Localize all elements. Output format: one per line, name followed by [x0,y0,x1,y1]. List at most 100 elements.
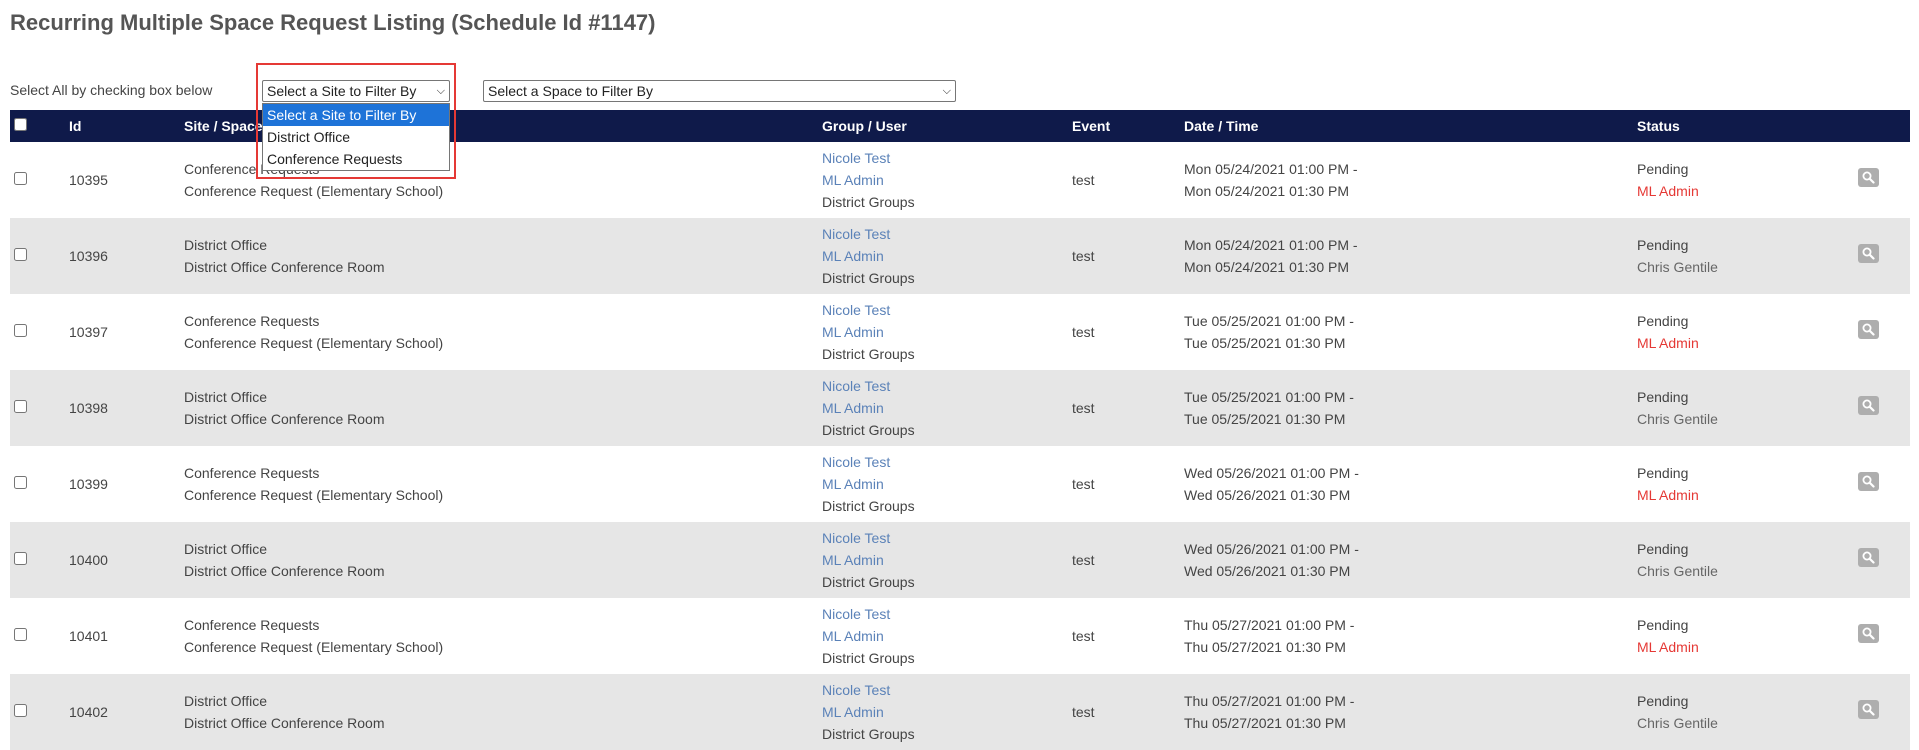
request-id: 10398 [69,370,184,446]
group-user-cell: Nicole Test ML Admin District Groups [822,522,1072,598]
group-name: District Groups [822,270,915,286]
status-cell: Pending Chris Gentile [1637,370,1852,446]
admin-link[interactable]: ML Admin [822,169,1072,191]
event-name: test [1072,628,1095,644]
magnifier-icon [1862,323,1875,336]
admin-link[interactable]: ML Admin [822,549,1072,571]
admin-link[interactable]: ML Admin [822,473,1072,495]
date-time-cell: Mon 05/24/2021 01:00 PM - Mon 05/24/2021… [1184,218,1637,294]
approver-name: Chris Gentile [1637,259,1718,275]
column-header-date[interactable]: Date / Time [1184,110,1637,142]
approver-name: Chris Gentile [1637,715,1718,731]
row-checkbox[interactable] [14,552,27,565]
status-cell: Pending ML Admin [1637,446,1852,522]
row-actions [1852,674,1910,750]
view-request-button[interactable] [1858,699,1879,719]
user-link[interactable]: Nicole Test [822,679,1072,701]
site-space-cell: District Office District Office Conferen… [184,674,822,750]
row-actions [1852,294,1910,370]
request-table: Id Site / Space Group / User Event Date … [10,110,1910,750]
magnifier-icon [1862,247,1875,260]
row-checkbox[interactable] [14,704,27,717]
row-checkbox[interactable] [14,172,27,185]
row-select-cell [10,218,69,294]
column-header-actions [1852,110,1910,142]
view-request-button[interactable] [1858,243,1879,263]
start-time: Mon 05/24/2021 01:00 PM - [1184,237,1358,253]
date-time-cell: Thu 05/27/2021 01:00 PM - Thu 05/27/2021… [1184,674,1637,750]
status-text: Pending [1637,693,1689,709]
user-link[interactable]: Nicole Test [822,527,1072,549]
site-space-cell: District Office District Office Conferen… [184,370,822,446]
status-text: Pending [1637,237,1689,253]
magnifier-icon [1862,399,1875,412]
admin-link[interactable]: ML Admin [822,321,1072,343]
date-time-cell: Mon 05/24/2021 01:00 PM - Mon 05/24/2021… [1184,142,1637,218]
start-time: Mon 05/24/2021 01:00 PM - [1184,161,1358,177]
site-space-cell: District Office District Office Conferen… [184,218,822,294]
request-id: 10402 [69,674,184,750]
end-time: Tue 05/25/2021 01:30 PM [1184,335,1346,351]
row-checkbox[interactable] [14,628,27,641]
user-link[interactable]: Nicole Test [822,299,1072,321]
row-checkbox[interactable] [14,324,27,337]
status-text: Pending [1637,541,1689,557]
view-request-button[interactable] [1858,547,1879,567]
site-option[interactable]: Select a Site to Filter By [263,104,449,126]
approver-name: ML Admin [1637,335,1699,351]
view-request-button[interactable] [1858,395,1879,415]
site-space-cell: Conference Requests Conference Request (… [184,446,822,522]
select-all-checkbox[interactable] [14,118,27,131]
view-request-button[interactable] [1858,319,1879,339]
column-header-status[interactable]: Status [1637,110,1852,142]
column-header-id[interactable]: Id [69,110,184,142]
table-row: 10400 District Office District Office Co… [10,522,1910,598]
user-link[interactable]: Nicole Test [822,451,1072,473]
site-filter-dropdown: Select a Site to Filter By District Offi… [262,103,450,171]
column-header-event[interactable]: Event [1072,110,1184,142]
site-option[interactable]: District Office [263,126,449,148]
user-link[interactable]: Nicole Test [822,375,1072,397]
site-option[interactable]: Conference Requests [263,148,449,170]
row-checkbox[interactable] [14,476,27,489]
start-time: Wed 05/26/2021 01:00 PM - [1184,541,1359,557]
start-time: Thu 05/27/2021 01:00 PM - [1184,617,1355,633]
space-name: District Office Conference Room [184,411,385,427]
user-link[interactable]: Nicole Test [822,223,1072,245]
group-name: District Groups [822,498,915,514]
column-header-group[interactable]: Group / User [822,110,1072,142]
space-filter-select[interactable]: Select a Space to Filter By ⌵ [483,80,956,102]
view-request-button[interactable] [1858,471,1879,491]
approver-name: ML Admin [1637,639,1699,655]
start-time: Tue 05/25/2021 01:00 PM - [1184,389,1354,405]
row-select-cell [10,446,69,522]
admin-link[interactable]: ML Admin [822,701,1072,723]
end-time: Thu 05/27/2021 01:30 PM [1184,639,1346,655]
request-id: 10401 [69,628,108,644]
end-time: Mon 05/24/2021 01:30 PM [1184,183,1350,199]
group-user-cell: Nicole Test ML Admin District Groups [822,142,1072,218]
group-user-cell: Nicole Test ML Admin District Groups [822,674,1072,750]
row-checkbox[interactable] [14,248,27,261]
site-space-cell: District Office District Office Conferen… [184,522,822,598]
admin-link[interactable]: ML Admin [822,397,1072,419]
admin-link[interactable]: ML Admin [822,625,1072,647]
row-actions [1852,218,1910,294]
site-name: District Office [184,693,267,709]
row-checkbox[interactable] [14,400,27,413]
user-link[interactable]: Nicole Test [822,147,1072,169]
admin-link[interactable]: ML Admin [822,245,1072,267]
table-body: 10395 Conference Requests Conference Req… [10,142,1910,750]
view-request-button[interactable] [1858,623,1879,643]
row-actions [1852,142,1910,218]
site-name: Conference Requests [184,465,320,481]
status-text: Pending [1637,389,1689,405]
status-cell: Pending ML Admin [1637,598,1852,674]
site-name: District Office [184,389,267,405]
date-time-cell: Wed 05/26/2021 01:00 PM - Wed 05/26/2021… [1184,446,1637,522]
row-select-cell [10,142,69,218]
magnifier-icon [1862,171,1875,184]
user-link[interactable]: Nicole Test [822,603,1072,625]
view-request-button[interactable] [1858,167,1879,187]
status-cell: Pending ML Admin [1637,294,1852,370]
